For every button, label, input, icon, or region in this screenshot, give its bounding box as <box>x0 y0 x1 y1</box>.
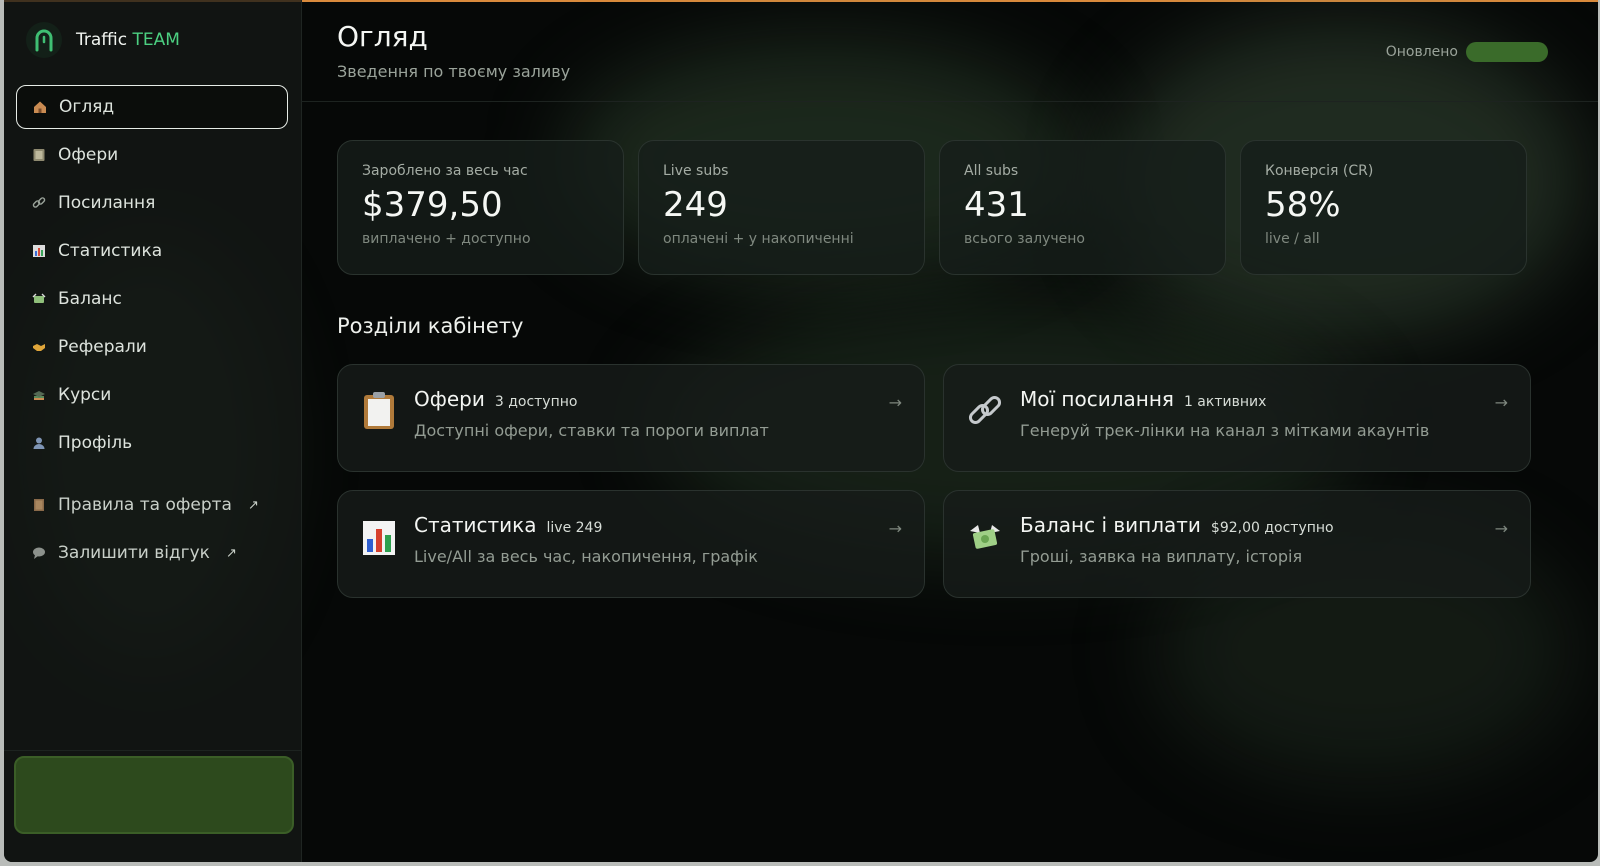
graduation-cap-icon <box>33 391 45 400</box>
arrow-right-icon: → <box>1494 393 1508 412</box>
link-icon <box>968 395 1002 425</box>
chart-icon <box>33 245 45 257</box>
stat-label: Зароблено за весь час <box>362 163 528 179</box>
sidebar-item-label: Курси <box>58 385 112 405</box>
stat-value: 249 <box>663 185 728 225</box>
sidebar-item-offers[interactable]: Офери <box>16 133 288 177</box>
speech-bubble-icon <box>33 547 45 559</box>
stats-row: Зароблено за весь час $379,50 виплачено … <box>337 140 1527 275</box>
sections-heading: Розділи кабінету <box>337 314 524 338</box>
stat-label: Live subs <box>663 163 729 179</box>
sidebar-item-statistics[interactable]: Статистика <box>16 229 288 273</box>
sidebar-link-feedback[interactable]: Залишити відгук ↗ <box>16 531 288 575</box>
money-icon <box>32 293 46 303</box>
stat-card-live-subs: Live subs 249 оплачені + у накопиченні <box>638 140 925 275</box>
card-description: Генеруй трек-лінки на канал з мітками ак… <box>1020 421 1430 440</box>
updated-pill <box>1466 42 1548 62</box>
sidebar-item-overview[interactable]: Огляд <box>16 85 288 129</box>
card-title: Баланс і виплати <box>1020 513 1201 537</box>
brand-name-part1: Traffic <box>76 30 128 50</box>
stat-hint: виплачено + доступно <box>362 231 531 247</box>
sidebar-item-label: Баланс <box>58 289 122 309</box>
brand[interactable]: Traffic TEAM <box>26 22 180 58</box>
logo-icon <box>26 22 62 58</box>
arrow-right-icon: → <box>888 519 902 538</box>
sidebar-link-rules[interactable]: Правила та оферта ↗ <box>16 483 288 527</box>
sidebar-item-courses[interactable]: Курси <box>16 373 288 417</box>
sidebar: Traffic TEAM Огляд Офери Посилання Стати… <box>4 0 302 862</box>
section-card-balance[interactable]: Баланс і виплати $92,00 доступно Гроші, … <box>943 490 1531 598</box>
sidebar-link-label: Правила та оферта <box>58 495 232 515</box>
book-icon <box>34 499 44 511</box>
home-icon <box>34 101 46 113</box>
main-content: Огляд Зведення по твоєму заливу Оновлено… <box>301 0 1598 862</box>
section-card-links[interactable]: Мої посилання 1 активних Генеруй трек-лі… <box>943 364 1531 472</box>
external-link-icon: ↗ <box>225 545 237 561</box>
stat-card-earned: Зароблено за весь час $379,50 виплачено … <box>337 140 624 275</box>
bar-chart-icon <box>363 521 395 555</box>
card-title: Статистика <box>414 513 537 537</box>
card-badge: live 249 <box>546 520 603 536</box>
stat-card-all-subs: All subs 431 всього залучено <box>939 140 1226 275</box>
sidebar-item-label: Офери <box>58 145 119 165</box>
sidebar-item-label: Посилання <box>58 193 156 213</box>
sidebar-nav: Огляд Офери Посилання Статистика Баланс … <box>16 85 288 579</box>
card-badge: 3 доступно <box>494 394 578 410</box>
sidebar-item-label: Огляд <box>59 97 115 117</box>
card-title: Мої посилання <box>1020 387 1174 411</box>
sidebar-user-panel[interactable] <box>14 756 294 834</box>
brand-name-part2: TEAM <box>132 30 180 50</box>
notebook-icon <box>33 149 45 161</box>
sidebar-item-label: Статистика <box>58 241 163 261</box>
app-window: Traffic TEAM Огляд Офери Посилання Стати… <box>4 0 1598 862</box>
section-card-offers[interactable]: Офери 3 доступно Доступні офери, ставки … <box>337 364 925 472</box>
page-subtitle: Зведення по твоєму заливу <box>337 62 571 81</box>
page-title: Огляд <box>337 20 428 53</box>
stat-value: $379,50 <box>362 185 503 225</box>
arrow-right-icon: → <box>888 393 902 412</box>
brand-name: Traffic TEAM <box>76 30 180 50</box>
section-card-statistics[interactable]: Статистика live 249 Live/All за весь час… <box>337 490 925 598</box>
card-description: Гроші, заявка на виплату, історія <box>1020 547 1303 566</box>
stat-label: All subs <box>964 163 1019 179</box>
card-title: Офери <box>414 387 485 411</box>
sidebar-item-label: Профіль <box>58 433 133 453</box>
updated-label: Оновлено <box>1385 44 1458 60</box>
stat-hint: live / all <box>1265 231 1320 247</box>
updated-status: Оновлено <box>1386 42 1548 62</box>
stat-card-conversion: Конверсія (CR) 58% live / all <box>1240 140 1527 275</box>
sidebar-link-label: Залишити відгук <box>58 543 210 563</box>
handshake-icon <box>33 344 45 351</box>
arrow-right-icon: → <box>1494 519 1508 538</box>
sidebar-item-label: Реферали <box>58 337 147 357</box>
link-icon <box>32 197 46 208</box>
card-badge: 1 активних <box>1183 394 1267 410</box>
user-icon <box>33 437 45 449</box>
stat-label: Конверсія (CR) <box>1265 163 1374 179</box>
card-badge: $92,00 доступно <box>1210 520 1334 536</box>
clipboard-icon <box>364 392 394 429</box>
stat-value: 58% <box>1265 185 1341 225</box>
money-wings-icon <box>970 525 1000 549</box>
card-description: Доступні офери, ставки та пороги виплат <box>414 421 769 440</box>
external-link-icon: ↗ <box>247 497 259 513</box>
sidebar-item-balance[interactable]: Баланс <box>16 277 288 321</box>
sidebar-item-links[interactable]: Посилання <box>16 181 288 225</box>
stat-value: 431 <box>964 185 1029 225</box>
stat-hint: всього залучено <box>964 231 1085 247</box>
stat-hint: оплачені + у накопиченні <box>663 231 854 247</box>
sections-grid: Офери 3 доступно Доступні офери, ставки … <box>337 364 1531 598</box>
sidebar-item-profile[interactable]: Профіль <box>16 421 288 465</box>
card-description: Live/All за весь час, накопичення, графі… <box>414 547 758 566</box>
sidebar-item-referrals[interactable]: Реферали <box>16 325 288 369</box>
